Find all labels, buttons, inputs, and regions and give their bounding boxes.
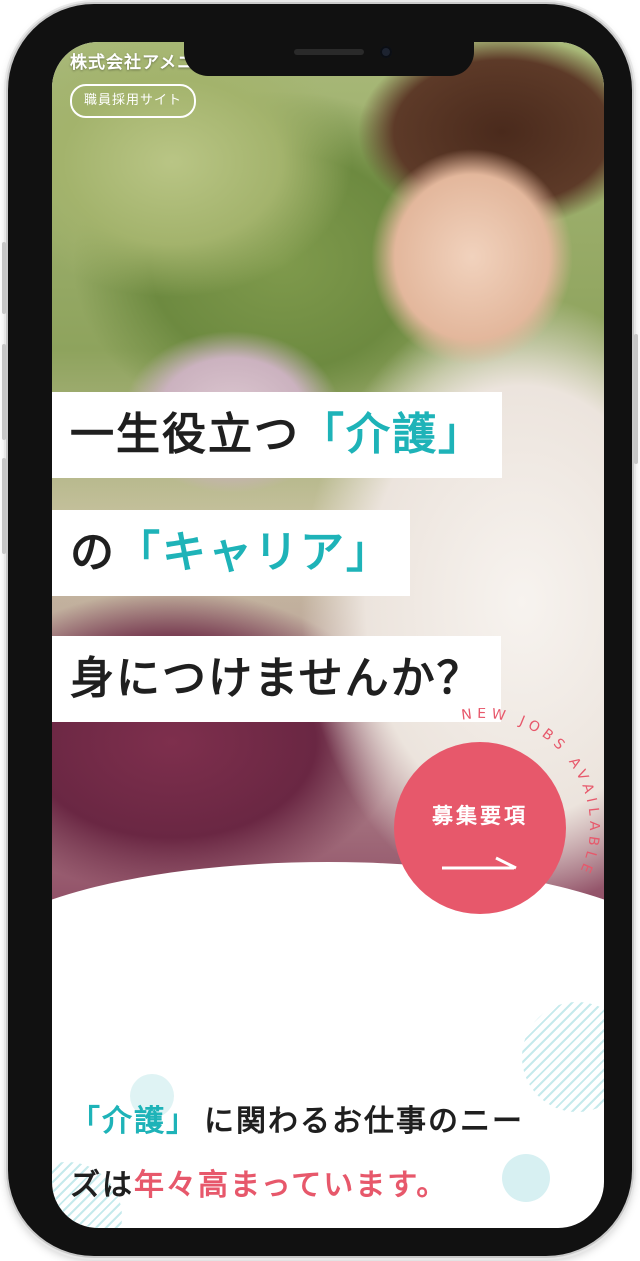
recruit-button-label: 募集要項 <box>432 804 528 828</box>
volume-up-button <box>2 344 6 440</box>
silent-switch <box>2 242 6 314</box>
headline-text: 一生役立つ <box>70 409 300 460</box>
intro-line-2: ズは年々高まっています。 <box>70 1160 448 1204</box>
intro-highlight: 年々高まっています。 <box>134 1168 449 1203</box>
screen: 株式会社アメニ 職員採用サイト 一生役立つ「介護」 の「キャリア」 身につけませ… <box>52 42 604 1228</box>
decor-circle-dot <box>502 1154 550 1202</box>
headline-text: の <box>70 527 116 578</box>
intro-text: に関わるお仕事のニー <box>204 1104 524 1139</box>
headline-text: 身につけませんか？ <box>70 653 483 704</box>
notch <box>184 42 474 76</box>
headline-line-1: 一生役立つ「介護」 <box>52 392 502 478</box>
headline-line-2: の「キャリア」 <box>52 510 410 596</box>
power-button <box>634 334 638 464</box>
phone-frame: 株式会社アメニ 職員採用サイト 一生役立つ「介護」 の「キャリア」 身につけませ… <box>2 4 638 1256</box>
intro-accent-kaigo: 「介護」 <box>70 1104 198 1139</box>
speaker <box>294 49 364 55</box>
company-logo[interactable]: 株式会社アメニ <box>70 48 195 73</box>
intro-line-1: 「介護」 に関わるお仕事のニー <box>70 1096 524 1140</box>
recruit-site-badge[interactable]: 職員採用サイト <box>70 84 197 118</box>
headline-accent-career: 「キャリア」 <box>116 527 392 578</box>
recruit-badge[interactable]: NEW JOBS AVAILABLE 募集要項 <box>364 708 600 944</box>
arrow-right-icon <box>442 856 517 870</box>
intro-text: ズは <box>70 1168 134 1203</box>
recruit-button[interactable]: 募集要項 <box>394 742 566 914</box>
front-camera <box>380 46 392 58</box>
volume-down-button <box>2 458 6 554</box>
headline-accent-kaigo: 「介護」 <box>300 409 484 460</box>
